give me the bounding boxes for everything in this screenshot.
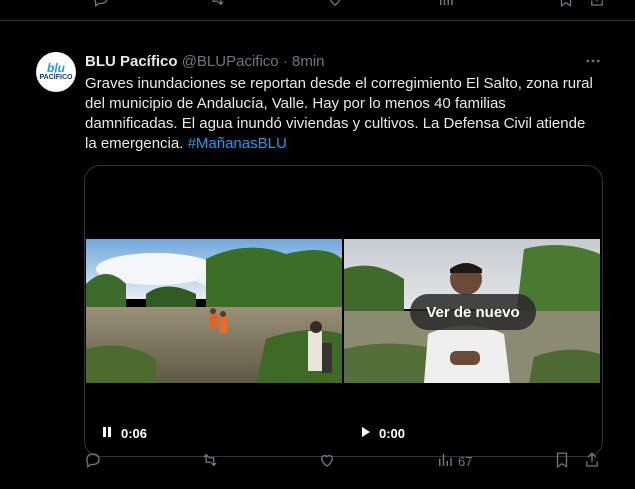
- left-video-controls: 0:06: [101, 426, 147, 441]
- reply-icon[interactable]: [84, 451, 102, 469]
- video-player[interactable]: Ver de nuevo 0:06 0:00: [84, 165, 603, 457]
- tweet-time[interactable]: 8min: [292, 53, 325, 70]
- views-button[interactable]: 67: [436, 451, 472, 472]
- bookmark-icon[interactable]: [553, 451, 571, 469]
- author-name[interactable]: BLU Pacífico: [85, 53, 178, 70]
- right-video-time: 0:00: [379, 426, 406, 441]
- views-count: 67: [458, 454, 473, 469]
- play-icon[interactable]: [359, 426, 371, 441]
- avatar-logo-subtext: PACÍFICO: [39, 73, 73, 81]
- replay-button[interactable]: Ver de nuevo: [410, 294, 536, 330]
- previous-tweet-actions: [0, 0, 635, 21]
- repost-icon[interactable]: [208, 0, 226, 11]
- views-icon[interactable]: [437, 0, 455, 11]
- repost-icon[interactable]: [201, 451, 219, 469]
- more-options-icon[interactable]: [584, 52, 602, 75]
- left-video-time: 0:06: [121, 426, 148, 441]
- video-thumbnail-left[interactable]: [86, 239, 342, 383]
- bookmark-icon[interactable]: [557, 0, 575, 11]
- tweet[interactable]: blu PACÍFICO BLU Pacífico @BLUPacifico ·…: [0, 20, 635, 489]
- share-icon[interactable]: [583, 451, 601, 469]
- hashtag-link[interactable]: #MañanasBLU: [188, 135, 287, 152]
- tweet-header: BLU Pacífico @BLUPacifico · 8min: [85, 52, 325, 72]
- views-icon: [436, 451, 454, 472]
- header-separator: ·: [282, 53, 288, 70]
- tweet-actions: 67: [0, 451, 635, 471]
- like-icon[interactable]: [326, 0, 344, 11]
- tweet-body: Graves inundaciones se reportan desde el…: [85, 75, 593, 152]
- avatar[interactable]: blu PACÍFICO: [36, 52, 76, 92]
- reply-icon[interactable]: [92, 0, 110, 11]
- tweet-text: Graves inundaciones se reportan desde el…: [85, 74, 600, 154]
- author-handle[interactable]: @BLUPacifico: [182, 53, 279, 70]
- right-video-controls: 0:00: [359, 426, 405, 441]
- share-icon[interactable]: [588, 0, 606, 11]
- pause-icon[interactable]: [101, 426, 113, 441]
- like-icon[interactable]: [318, 451, 336, 469]
- avatar-logo-text: blu: [47, 60, 65, 75]
